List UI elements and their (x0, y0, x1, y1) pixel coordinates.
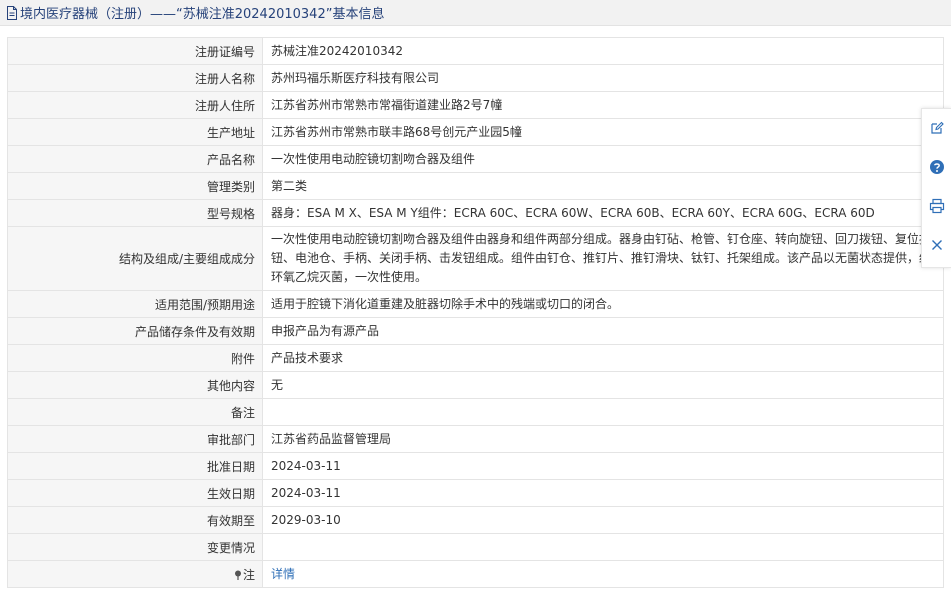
row-value: 第二类 (262, 172, 944, 200)
row-value: 适用于腔镜下消化道重建及脏器切除手术中的残端或切口的闭合。 (262, 290, 944, 318)
row-label: 注册人住所 (7, 91, 263, 119)
row-label: 备注 (7, 398, 263, 426)
row-label: 变更情况 (7, 533, 263, 561)
table-row: 注册证编号 苏械注准20242010342 (7, 37, 944, 65)
row-value: 2029-03-10 (262, 506, 944, 534)
table-row: 产品储存条件及有效期 申报产品为有源产品 (7, 317, 944, 345)
table-row: 变更情况 (7, 533, 944, 561)
document-icon (7, 5, 17, 20)
table-row: 结构及组成/主要组成成分 一次性使用电动腔镜切割吻合器及组件由器身和组件两部分组… (7, 226, 944, 291)
row-value: 申报产品为有源产品 (262, 317, 944, 345)
row-label: 注册证编号 (7, 37, 263, 65)
row-label: 产品储存条件及有效期 (7, 317, 263, 345)
row-label: 型号规格 (7, 199, 263, 227)
table-row: 其他内容 无 (7, 371, 944, 399)
row-label: 适用范围/预期用途 (7, 290, 263, 318)
edit-button[interactable] (922, 109, 951, 147)
row-label: 注册人名称 (7, 64, 263, 92)
row-value: 2024-03-11 (262, 479, 944, 507)
row-value (262, 398, 944, 426)
row-value: 江苏省苏州市常熟市常福街道建业路2号7幢 (262, 91, 944, 119)
table-row: 批准日期 2024-03-11 (7, 452, 944, 480)
table-row: 适用范围/预期用途 适用于腔镜下消化道重建及脏器切除手术中的残端或切口的闭合。 (7, 290, 944, 318)
table-row: 附件 产品技术要求 (7, 344, 944, 372)
row-value: 江苏省药品监督管理局 (262, 425, 944, 453)
row-value (262, 533, 944, 561)
table-row: 生产地址 江苏省苏州市常熟市联丰路68号创元产业园5幢 (7, 118, 944, 146)
print-icon (929, 198, 945, 214)
table-row: 有效期至 2029-03-10 (7, 506, 944, 534)
details-link[interactable]: 详情 (271, 567, 295, 581)
row-label: 生产地址 (7, 118, 263, 146)
row-value: 江苏省苏州市常熟市联丰路68号创元产业园5幢 (262, 118, 944, 146)
pin-icon (234, 570, 241, 580)
row-label: 管理类别 (7, 172, 263, 200)
row-value: 2024-03-11 (262, 452, 944, 480)
row-value: 无 (262, 371, 944, 399)
row-label: 批准日期 (7, 452, 263, 480)
close-icon (932, 240, 942, 250)
table-row-note: 注 详情 (7, 560, 944, 588)
row-value: 一次性使用电动腔镜切割吻合器及组件 (262, 145, 944, 173)
row-value: 器身：ESA M X、ESA M Y组件：ECRA 60C、ECRA 60W、E… (262, 199, 944, 227)
table-row: 管理类别 第二类 (7, 172, 944, 200)
side-toolbar (921, 108, 951, 268)
row-value: 产品技术要求 (262, 344, 944, 372)
row-label: 审批部门 (7, 425, 263, 453)
row-value: 苏州玛福乐斯医疗科技有限公司 (262, 64, 944, 92)
row-label: 注 (7, 560, 263, 588)
row-label: 生效日期 (7, 479, 263, 507)
table-row: 型号规格 器身：ESA M X、ESA M Y组件：ECRA 60C、ECRA … (7, 199, 944, 227)
row-label: 其他内容 (7, 371, 263, 399)
row-label: 产品名称 (7, 145, 263, 173)
row-value: 一次性使用电动腔镜切割吻合器及组件由器身和组件两部分组成。器身由钉砧、枪管、钉仓… (262, 226, 944, 291)
page-header: 境内医疗器械（注册）——“苏械注准20242010342”基本信息 (0, 0, 951, 26)
row-value: 详情 (262, 560, 944, 588)
row-label: 有效期至 (7, 506, 263, 534)
info-table: 注册证编号 苏械注准20242010342 注册人名称 苏州玛福乐斯医疗科技有限… (7, 37, 944, 588)
help-button[interactable] (922, 148, 951, 186)
note-label: 注 (242, 567, 255, 582)
row-label: 结构及组成/主要组成成分 (7, 226, 263, 291)
row-label: 附件 (7, 344, 263, 372)
table-row: 注册人住所 江苏省苏州市常熟市常福街道建业路2号7幢 (7, 91, 944, 119)
edit-icon (931, 121, 944, 134)
row-value: 苏械注准20242010342 (262, 37, 944, 65)
table-row: 备注 (7, 398, 944, 426)
table-row: 产品名称 一次性使用电动腔镜切割吻合器及组件 (7, 145, 944, 173)
help-icon (930, 160, 944, 174)
page-title: 境内医疗器械（注册）——“苏械注准20242010342”基本信息 (20, 7, 385, 22)
table-row: 审批部门 江苏省药品监督管理局 (7, 425, 944, 453)
table-row: 注册人名称 苏州玛福乐斯医疗科技有限公司 (7, 64, 944, 92)
close-button[interactable] (922, 226, 951, 264)
print-button[interactable] (922, 187, 951, 225)
table-row: 生效日期 2024-03-11 (7, 479, 944, 507)
